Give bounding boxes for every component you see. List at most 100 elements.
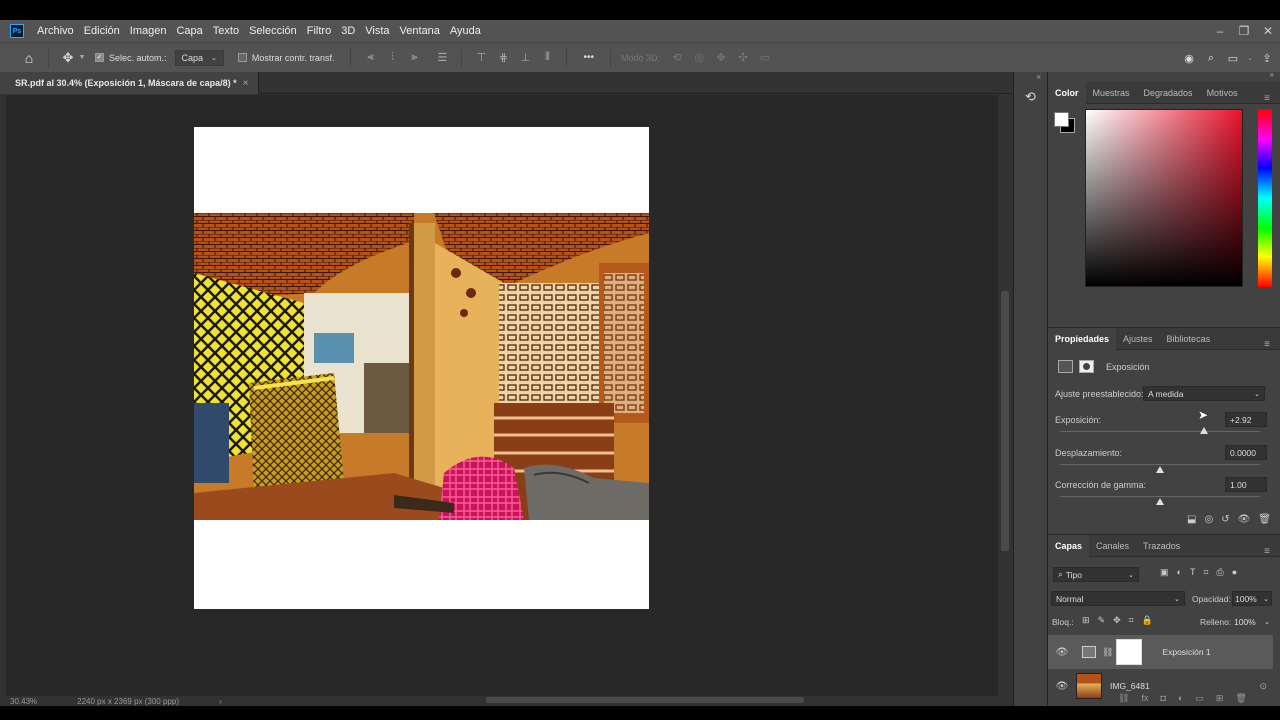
filter-adjustment-icon[interactable]: ◐: [1177, 567, 1182, 578]
minimize-icon[interactable]: –: [1208, 20, 1232, 42]
gamma-field[interactable]: 1.00: [1225, 477, 1267, 492]
fill-field[interactable]: 100% ⌄: [1232, 614, 1272, 629]
align-middle-v-icon[interactable]: ⋕: [494, 49, 512, 67]
close-icon[interactable]: ✕: [1256, 20, 1280, 42]
menu-vista[interactable]: Vista: [360, 25, 394, 37]
lock-all-icon[interactable]: 🔒: [1142, 615, 1153, 626]
color-picker-field[interactable]: [1085, 109, 1243, 287]
vertical-scroll-thumb[interactable]: [1001, 291, 1009, 551]
tab-muestras[interactable]: Muestras: [1086, 82, 1137, 104]
lock-transparency-icon[interactable]: ⊞: [1082, 615, 1090, 626]
menu-imagen[interactable]: Imagen: [125, 25, 172, 37]
more-options-button[interactable]: •••: [577, 52, 600, 63]
new-group-icon[interactable]: ▭: [1195, 693, 1204, 704]
offset-field[interactable]: 0.0000: [1225, 445, 1267, 460]
reset-icon[interactable]: ↺: [1221, 514, 1229, 525]
hue-slider[interactable]: [1258, 109, 1272, 287]
filter-shape-icon[interactable]: ⌗: [1203, 567, 1208, 578]
panel-menu-icon[interactable]: ≡: [1257, 333, 1277, 355]
delete-layer-icon[interactable]: 🗑: [1235, 693, 1246, 704]
learn-icon[interactable]: ◉: [1180, 49, 1198, 67]
menu-ayuda[interactable]: Ayuda: [445, 25, 486, 37]
document-canvas[interactable]: [194, 127, 649, 609]
status-menu-arrow[interactable]: ›: [219, 697, 222, 706]
opacity-field[interactable]: 100% ⌄: [1232, 591, 1272, 606]
visibility-eye-icon[interactable]: 👁: [1238, 514, 1251, 525]
exposure-slider-knob[interactable]: [1200, 427, 1208, 434]
tab-propiedades[interactable]: Propiedades: [1048, 327, 1117, 350]
exposure-field[interactable]: +2.92: [1225, 412, 1267, 427]
vertical-scrollbar[interactable]: [998, 95, 1012, 700]
filter-pixel-icon[interactable]: ▣: [1160, 567, 1169, 578]
offset-slider[interactable]: [1060, 464, 1260, 465]
collapse-panels-icon[interactable]: «: [1014, 72, 1047, 82]
new-adjustment-icon[interactable]: ◐: [1178, 693, 1183, 704]
history-icon[interactable]: ⟲: [1022, 88, 1040, 106]
3d-orbit-icon[interactable]: ⟲: [668, 49, 686, 67]
distribute-h-icon[interactable]: ☰: [433, 49, 451, 67]
layer-mask-thumbnail[interactable]: [1116, 639, 1143, 665]
align-top-icon[interactable]: ⊤: [472, 49, 490, 67]
3d-camera-icon[interactable]: ▭: [756, 49, 774, 67]
menu-archivo[interactable]: Archivo: [32, 25, 79, 37]
add-mask-icon[interactable]: ◘: [1160, 693, 1165, 704]
move-tool-icon[interactable]: ✥: [59, 49, 77, 67]
home-icon[interactable]: ⌂: [20, 49, 38, 67]
lock-pixels-icon[interactable]: ✎: [1098, 615, 1106, 626]
zoom-level[interactable]: 30.43%: [10, 697, 37, 706]
menu-ventana[interactable]: Ventana: [395, 25, 445, 37]
exposure-slider[interactable]: [1060, 431, 1260, 432]
menu-capa[interactable]: Capa: [171, 25, 207, 37]
filter-type-icon[interactable]: T: [1190, 567, 1196, 578]
lock-position-icon[interactable]: ✥: [1113, 615, 1121, 626]
link-layers-icon[interactable]: ⛓: [1118, 693, 1129, 704]
offset-slider-knob[interactable]: [1156, 466, 1164, 473]
menu-3d[interactable]: 3D: [336, 25, 360, 37]
document-tab[interactable]: SR.pdf al 30.4% (Exposición 1, Máscara d…: [0, 72, 260, 94]
preset-dropdown[interactable]: A medida ⌄: [1143, 386, 1265, 401]
tab-canales[interactable]: Canales: [1089, 535, 1136, 557]
tab-capas[interactable]: Capas: [1048, 534, 1090, 557]
menu-texto[interactable]: Texto: [208, 25, 244, 37]
layer-name[interactable]: Exposición 1: [1162, 647, 1210, 657]
menu-seleccion[interactable]: Selección: [244, 25, 302, 37]
clip-to-layer-icon[interactable]: ⬓: [1187, 514, 1196, 525]
align-right-icon[interactable]: ⫸: [405, 49, 423, 67]
filter-smart-object-icon[interactable]: ⎙: [1217, 567, 1224, 578]
close-tab-icon[interactable]: ×: [243, 78, 249, 89]
delete-icon[interactable]: 🗑: [1258, 514, 1271, 525]
canvas-area[interactable]: [6, 95, 998, 700]
tab-bibliotecas[interactable]: Bibliotecas: [1160, 328, 1218, 350]
tab-ajustes[interactable]: Ajustes: [1116, 328, 1160, 350]
3d-pan-icon[interactable]: ✥: [712, 49, 730, 67]
tab-motivos[interactable]: Motivos: [1200, 82, 1245, 104]
align-center-h-icon[interactable]: ⫶: [383, 49, 401, 67]
layer-filter-dropdown[interactable]: ⌕ Tipo ⌄: [1053, 567, 1139, 582]
lock-artboard-icon[interactable]: ⌗: [1129, 615, 1134, 626]
menu-filtro[interactable]: Filtro: [302, 25, 336, 37]
show-transform-checkbox[interactable]: [237, 53, 247, 62]
search-icon[interactable]: ⌕: [1202, 49, 1220, 67]
restore-icon[interactable]: ❐: [1232, 20, 1256, 42]
layer-row-exposicion[interactable]: 👁 ⛓ Exposición 1: [1048, 635, 1273, 669]
fx-icon[interactable]: fx: [1141, 693, 1148, 704]
adjustment-layer-icon[interactable]: [1058, 360, 1073, 373]
workspace-icon[interactable]: ▭: [1224, 49, 1242, 67]
layer-visibility-eye-icon[interactable]: 👁: [1054, 681, 1070, 692]
layer-mask-icon[interactable]: [1079, 360, 1094, 373]
layer-visibility-eye-icon[interactable]: 👁: [1054, 647, 1070, 658]
chevron-down-icon[interactable]: ▼: [77, 49, 87, 67]
chevron-down-icon[interactable]: ⌄: [1246, 49, 1254, 67]
3d-slide-icon[interactable]: ✣: [734, 49, 752, 67]
share-icon[interactable]: ⇪: [1258, 49, 1276, 67]
link-icon[interactable]: ⛓: [1102, 647, 1113, 658]
distribute-v-icon[interactable]: ⦀: [538, 49, 556, 67]
align-left-icon[interactable]: ⫷: [361, 49, 379, 67]
menu-edicion[interactable]: Edición: [79, 25, 125, 37]
3d-roll-icon[interactable]: ◎: [690, 49, 708, 67]
filter-toggle-icon[interactable]: ●: [1232, 567, 1237, 578]
horizontal-scroll-thumb[interactable]: [486, 697, 804, 703]
layer-name[interactable]: IMG_6481: [1110, 681, 1150, 691]
blend-mode-dropdown[interactable]: Normal ⌄: [1051, 591, 1185, 606]
panel-menu-icon[interactable]: ≡: [1257, 540, 1277, 562]
